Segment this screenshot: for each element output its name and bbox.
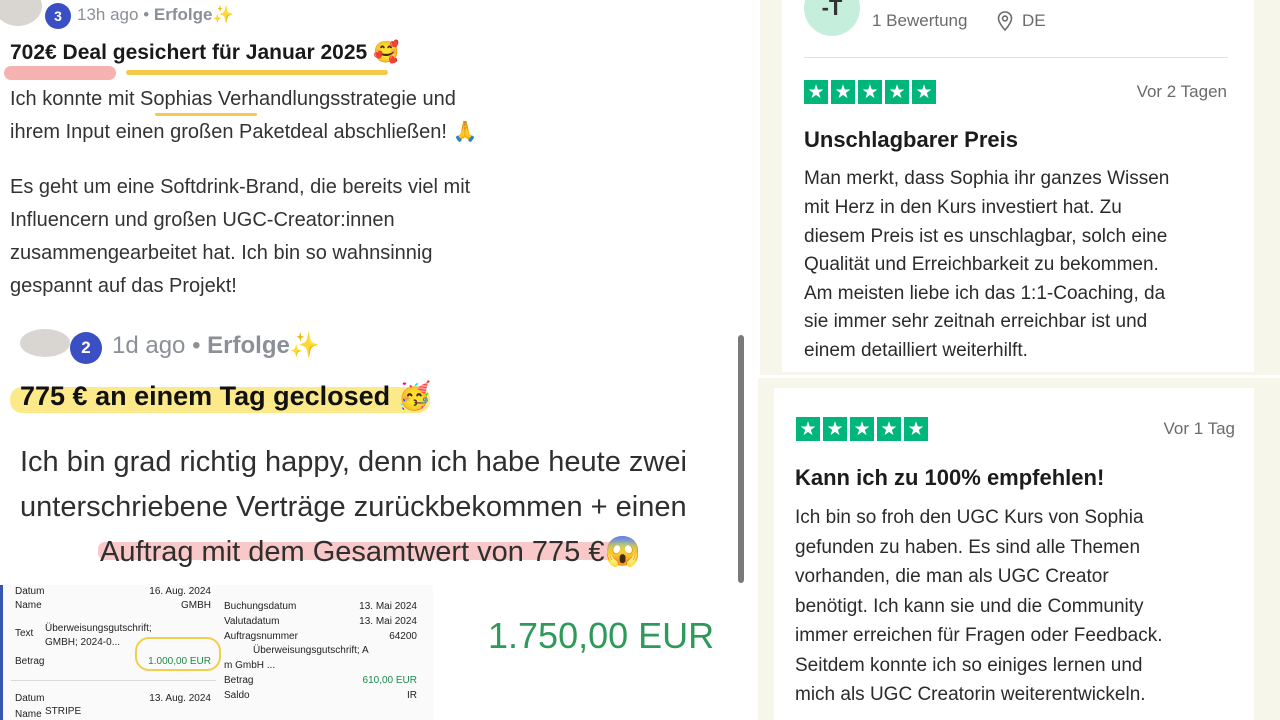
bank-label: Buchungsdatum	[224, 601, 297, 612]
bank-value: 16. Aug. 2024	[149, 586, 211, 597]
post-body-line: Auftrag mit dem Gesamtwert von 775 €😱	[100, 536, 641, 568]
star-rating: ★ ★ ★ ★ ★	[804, 80, 936, 104]
user-avatar[interactable]	[0, 0, 42, 26]
review-card-1: -T 1 Bewertung DE ★ ★ ★ ★ ★ Vor 2 Tagen …	[782, 0, 1254, 372]
review-body-line: Am meisten liebe ich das 1:1-Coaching, d…	[804, 283, 1166, 304]
bank-value: GMBH; 2024-0...	[45, 637, 121, 648]
divider	[804, 57, 1228, 58]
bank-amount: 1.000,00 EUR	[148, 656, 211, 667]
smiling-hearts-emoji: 🥰	[373, 40, 400, 64]
review-card-2: ★ ★ ★ ★ ★ Vor 1 Tag Kann ich zu 100% emp…	[774, 388, 1254, 720]
bank-value: 13. Aug. 2024	[149, 693, 211, 704]
review-date: Vor 1 Tag	[1163, 419, 1235, 438]
post-meta: 1d ago • Erfolge✨	[112, 331, 320, 359]
location-pin-icon	[997, 11, 1013, 31]
review-body-line: Man merkt, dass Sophia ihr ganzes Wissen	[804, 168, 1170, 189]
post-time: 1d ago	[112, 332, 186, 359]
bank-label: Auftragsnummer	[224, 631, 298, 642]
star-icon: ★	[804, 80, 828, 104]
bank-label: Name	[15, 600, 42, 611]
star-icon: ★	[796, 417, 820, 441]
red-highlight	[4, 66, 116, 80]
review-body-line: diesem Preis ist es unschlagbar, solch e…	[804, 226, 1168, 247]
review-body-line: Ich bin so froh den UGC Kurs von Sophia	[795, 507, 1144, 528]
divider	[11, 680, 216, 681]
post-time: 13h ago	[77, 5, 139, 24]
review-body-line: gefunden zu haben. Es sind alle Themen	[795, 537, 1141, 558]
bank-value: m GmbH ...	[224, 660, 276, 671]
bank-value: 13. Mai 2024	[359, 616, 417, 627]
bank-label: Datum	[15, 586, 45, 597]
bank-label: Betrag	[15, 656, 45, 667]
post-body-line: Es geht um eine Softdrink-Brand, die ber…	[10, 176, 471, 198]
user-avatar[interactable]	[20, 329, 70, 357]
review-title: Unschlagbarer Preis	[804, 127, 1018, 152]
review-count: 1 Bewertung	[872, 11, 968, 30]
post-title: 702€ Deal gesichert für Januar 2025 🥰	[10, 40, 400, 64]
bank-amount: 610,00 EUR	[362, 675, 417, 686]
level-badge: 3	[45, 3, 71, 29]
review-body-line: Qualität und Erreichbarkeit zu bekommen.	[804, 254, 1159, 275]
review-body-line: Seitdem konnte ich so einiges lernen und	[795, 655, 1143, 676]
star-icon: ★	[904, 417, 928, 441]
star-icon: ★	[877, 417, 901, 441]
review-title: Kann ich zu 100% empfehlen!	[795, 465, 1105, 490]
bank-label: Datum	[15, 693, 45, 704]
bank-value: STRIPE	[45, 706, 82, 717]
review-body-line: vorhanden, die man als UGC Creator	[795, 566, 1109, 587]
sparkle-icon: ✨	[289, 331, 320, 359]
review-body-line: einem detailliert weiterhilft.	[804, 340, 1028, 361]
party-face-emoji: 🥳	[397, 381, 432, 412]
reviewer-country: DE	[1022, 11, 1046, 30]
post-body-line: Influencern und großen UGC-Creator:innen	[10, 209, 395, 231]
bank-label: Valutadatum	[224, 616, 280, 627]
community-post-1: 3 13h ago • Erfolge✨ 702€ Deal gesichert…	[0, 0, 535, 310]
post-body-line: Ich bin grad richtig happy, denn ich hab…	[20, 446, 687, 478]
bank-label: Name	[15, 709, 42, 720]
scrollbar[interactable]	[738, 335, 744, 583]
post-body-line: Ich konnte mit Sophias Verhandlungsstrat…	[10, 88, 456, 110]
bank-label: Text	[15, 628, 34, 639]
review-body-line: immer erreichen für Fragen oder Feedback…	[795, 625, 1163, 646]
star-rating: ★ ★ ★ ★ ★	[796, 417, 928, 441]
star-icon: ★	[885, 80, 909, 104]
post-meta: 13h ago • Erfolge✨	[77, 5, 234, 25]
sparkle-icon: ✨	[212, 5, 234, 25]
star-icon: ★	[823, 417, 847, 441]
post-category[interactable]: Erfolge	[207, 332, 290, 359]
bank-statement-screenshot: Datum 16. Aug. 2024 Name GMBH Text Überw…	[0, 585, 433, 720]
bank-value: Überweisungsgutschrift;	[45, 623, 152, 634]
review-body-line: benötigt. Ich kann sie und die Community	[795, 596, 1144, 617]
bank-value: 13. Mai 2024	[359, 601, 417, 612]
post-body-line: ihrem Input einen großen Paketdeal absch…	[10, 121, 478, 143]
reviewer-avatar[interactable]: -T	[804, 0, 860, 36]
star-icon: ★	[831, 80, 855, 104]
star-icon: ★	[850, 417, 874, 441]
post-body-line: zusammengearbeitet hat. Ich bin so wahns…	[10, 242, 433, 264]
review-body-line: mit Herz in den Kurs investiert hat. Zu	[804, 197, 1122, 218]
bank-label: Saldo	[224, 690, 250, 701]
review-body-line: mich als UGC Creatorin weiterentwickeln.	[795, 684, 1146, 705]
post-body-line: unterschriebene Verträge zurückbekommen …	[20, 491, 687, 523]
bank-label: Betrag	[224, 675, 254, 686]
post-category[interactable]: Erfolge	[154, 5, 213, 24]
star-icon: ★	[858, 80, 882, 104]
review-body-line: sie immer sehr zeitnah erreichbar ist un…	[804, 311, 1148, 332]
yellow-underline	[126, 70, 388, 75]
bank-value: Überweisungsgutschrift; A	[253, 645, 369, 656]
bank-value: 64200	[389, 631, 417, 642]
community-post-2: 2 1d ago • Erfolge✨ 775 € an einem Tag g…	[0, 329, 750, 585]
bank-value: IR	[407, 690, 417, 701]
star-icon: ★	[912, 80, 936, 104]
bank-value: GMBH	[181, 600, 211, 611]
level-badge: 2	[70, 332, 102, 364]
total-amount: 1.750,00 EUR	[488, 615, 715, 656]
post-title: 775 € an einem Tag geclosed 🥳	[20, 381, 432, 412]
post-body-line: gespannt auf das Projekt!	[10, 275, 237, 297]
review-date: Vor 2 Tagen	[1136, 82, 1227, 101]
